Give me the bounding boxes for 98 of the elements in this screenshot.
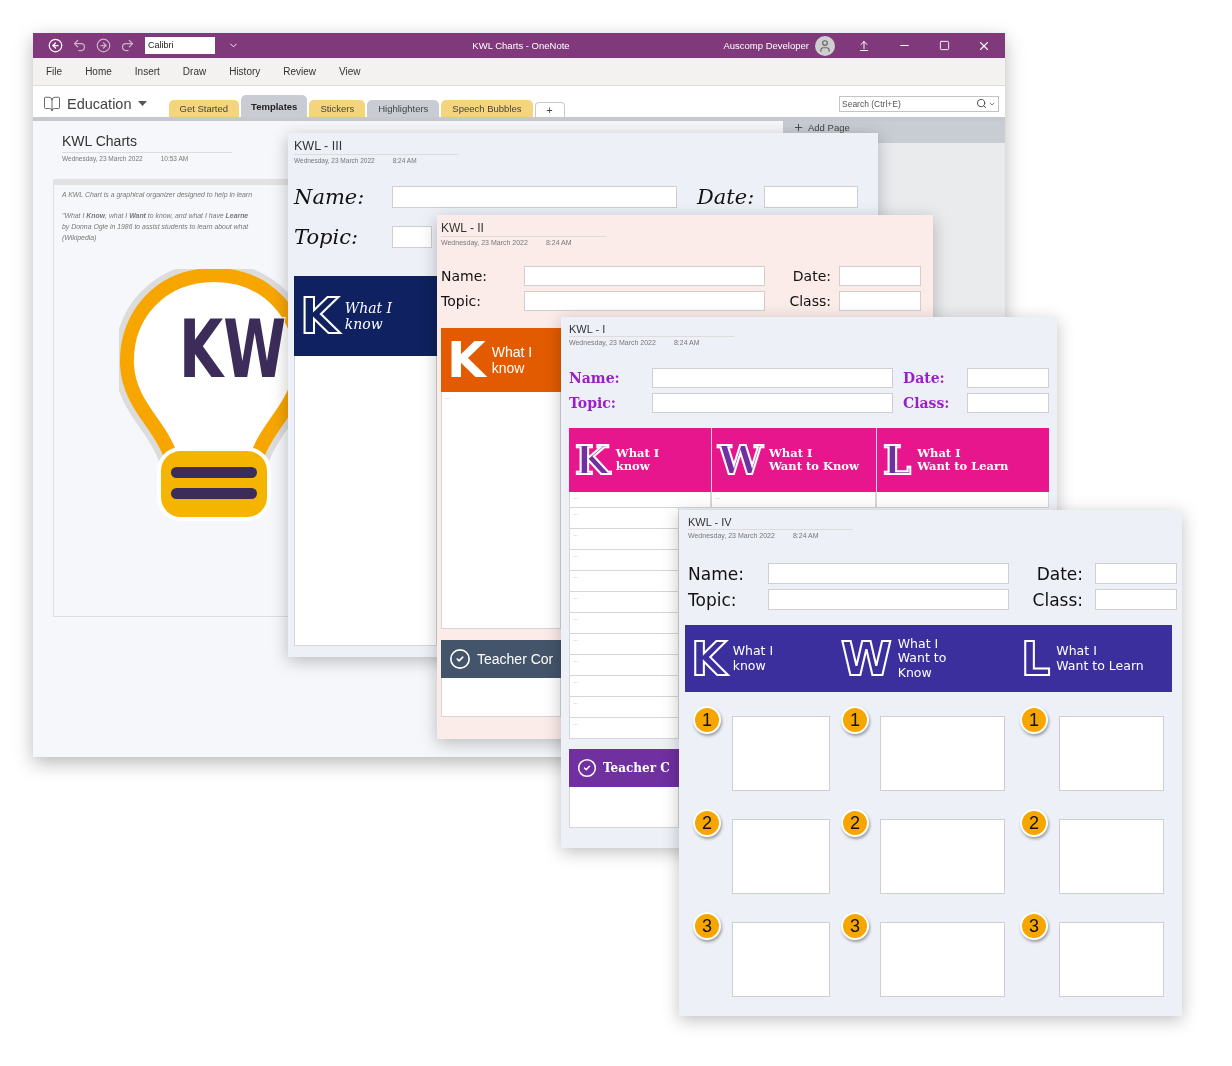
add-section-tab[interactable]: + [534,102,565,117]
forward-icon[interactable] [95,36,111,55]
text-field[interactable] [392,186,677,208]
answer-box[interactable] [1059,716,1164,791]
number-badge: 3 [1020,912,1048,940]
comments-heading: Teacher C [603,761,670,775]
column-heading: What I Want to Know [768,446,859,474]
text-field[interactable] [768,563,1009,584]
column-heading: What I know [344,299,393,333]
column-letter: K [575,440,610,480]
number-badge: 2 [693,809,721,837]
text-field[interactable] [839,291,921,311]
check-circle-icon [577,758,597,778]
plus-icon [793,122,804,133]
answer-box[interactable] [732,819,830,894]
page-title: KWL - I [569,323,734,337]
text-field[interactable] [764,186,859,208]
comments-heading: Teacher Cor [477,651,554,667]
column-heading: What I Want to Learn [1056,644,1144,673]
caret-icon [137,101,147,107]
field-label: Class: [1031,589,1083,610]
answer-box[interactable] [880,716,1005,791]
answer-box[interactable] [880,922,1005,997]
section-tab[interactable]: Stickers [309,100,366,117]
field-label: Topic: [569,395,617,411]
text-field[interactable] [768,589,1009,610]
section-tab[interactable]: Speech Bubbles [441,100,533,117]
avatar-icon [815,35,835,56]
page-title: KWL Charts [62,133,232,153]
text-field[interactable] [392,226,432,248]
field-label: Class: [903,395,951,411]
column-letter: K [447,335,486,385]
section-tab[interactable]: Templates [241,95,308,117]
column-letter: W [841,635,892,682]
column-letter: L [883,440,912,480]
menu-item[interactable]: Draw [173,66,216,77]
column-heading: What I Want to Learn [917,446,1009,474]
text-field[interactable] [524,266,765,286]
menu-item[interactable]: Review [274,66,326,77]
column-heading: What I know [491,343,533,377]
back-icon[interactable] [47,36,63,55]
field-label: Date: [697,185,755,209]
text-field[interactable] [524,291,765,311]
field-label: Name: [441,268,489,284]
font-field[interactable]: Calibri [145,37,215,54]
number-badge: 1 [841,706,869,734]
field-label: Name: [569,370,621,386]
column-letter: W [718,440,763,480]
text-field[interactable] [1095,589,1177,610]
number-badge: 2 [841,809,869,837]
user-name: Auscomp Developer [723,40,809,51]
answer-box[interactable] [732,716,830,791]
column-heading: What I Want to Know [897,636,947,681]
page-title: KWL - II [441,221,606,237]
text-field[interactable] [839,266,921,286]
menu-item[interactable]: Insert [125,66,169,77]
number-badge: 1 [693,706,721,734]
field-label: Class: [788,293,831,309]
field-label: Date: [1035,563,1083,584]
book-icon [43,95,61,113]
window-title: KWL Charts - OneNote [472,40,570,51]
text-field[interactable] [967,368,1049,388]
number-badge: 3 [693,912,721,940]
answer-box[interactable] [1059,819,1164,894]
field-label: Name: [688,563,745,584]
column-letter: L [1021,635,1051,682]
number-badge: 2 [1020,809,1048,837]
menu-item[interactable]: History [220,66,270,77]
notebook-selector[interactable]: Education [43,95,147,113]
section-tab[interactable]: Get Started [168,100,240,117]
field-label: Date: [903,370,946,386]
column-heading: What I know [732,644,774,673]
column-heading: What I know [615,446,660,474]
field-label: Date: [791,268,831,284]
number-badge: 3 [841,912,869,940]
check-circle-icon [449,648,471,670]
text-field[interactable] [652,393,893,413]
text-field[interactable] [652,368,893,388]
field-label: Name: [294,185,366,209]
field-label: Topic: [294,225,359,249]
text-field[interactable] [967,393,1049,413]
page-title: KWL - IV [688,516,853,530]
answer-box[interactable] [732,922,830,997]
field-label: Topic: [441,293,482,309]
page-title: KWL - III [294,139,459,155]
search-icon[interactable] [976,98,987,109]
add-page-button[interactable]: Add Page [793,122,850,133]
search-field[interactable]: Search (Ctrl+E) [839,96,999,112]
answer-box[interactable] [1059,922,1164,997]
text-field[interactable] [1095,563,1177,584]
section-tab[interactable]: Highlighters [367,100,440,117]
number-badge: 1 [1020,706,1048,734]
field-label: Topic: [688,589,738,610]
menu-item[interactable]: Home [76,66,121,77]
answer-box[interactable] [880,819,1005,894]
menu-item[interactable]: View [330,66,370,77]
menu-item[interactable]: File [37,66,72,77]
logo-text: KW [179,303,287,396]
